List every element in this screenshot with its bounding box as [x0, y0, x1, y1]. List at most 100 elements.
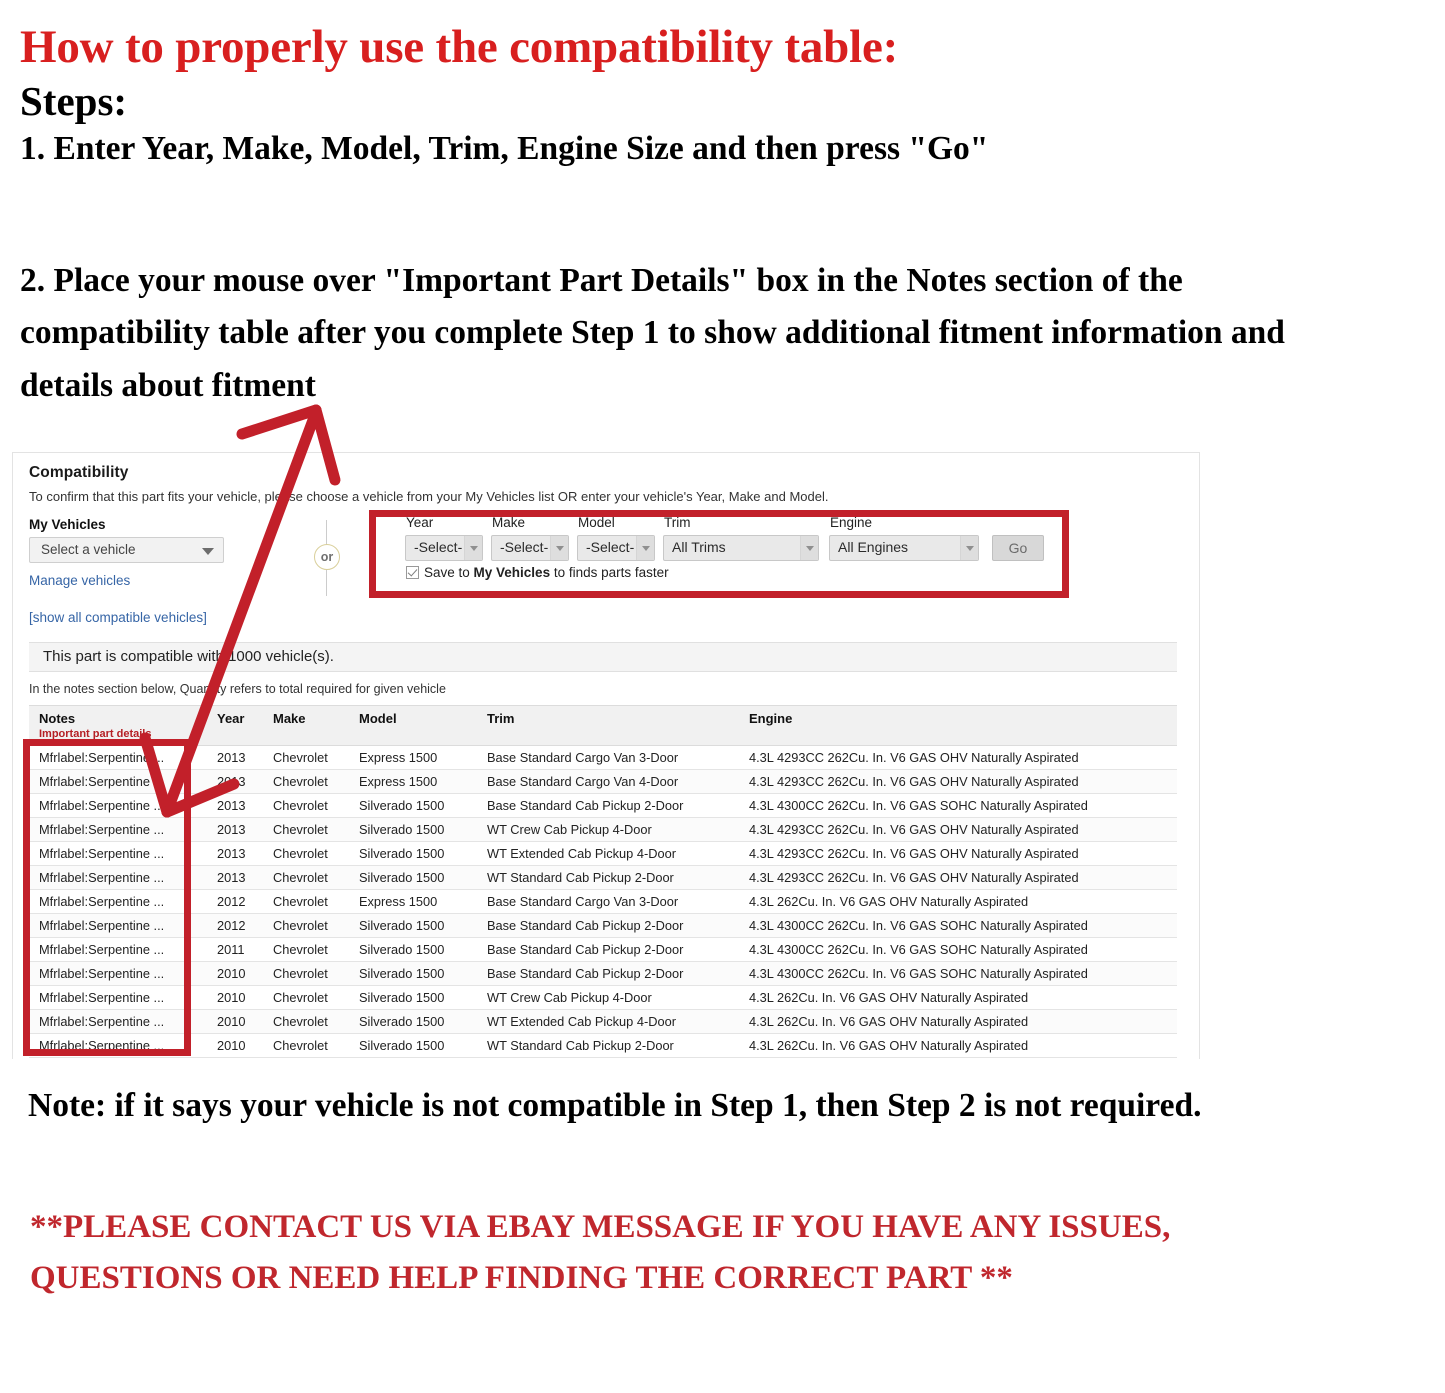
cell-year: 2010 — [207, 985, 263, 1010]
steps-label: Steps: — [20, 77, 128, 124]
make-label: Make — [492, 515, 526, 530]
cell-make: Chevrolet — [263, 865, 349, 890]
cell-trim: Base Standard Cab Pickup 2-Door — [477, 937, 739, 962]
save-text-tail: to finds parts faster — [550, 565, 669, 580]
cell-make: Chevrolet — [263, 889, 349, 914]
year-label: Year — [406, 515, 434, 530]
column-header-make[interactable]: Make — [263, 705, 349, 746]
cell-trim: WT Standard Cab Pickup 2-Door — [477, 1033, 739, 1058]
model-label: Model — [578, 515, 615, 530]
cell-notes[interactable]: Mfrlabel:Serpentine ... — [29, 985, 207, 1010]
column-header-model[interactable]: Model — [349, 705, 477, 746]
engine-label: Engine — [830, 515, 873, 530]
cell-engine: 4.3L 4293CC 262Cu. In. V6 GAS OHV Natura… — [739, 865, 1177, 890]
compatibility-heading: Compatibility — [29, 464, 129, 481]
save-text-lead: Save to — [424, 565, 474, 580]
cell-model: Silverado 1500 — [349, 961, 477, 986]
cell-engine: 4.3L 262Cu. In. V6 GAS OHV Naturally Asp… — [739, 1009, 1177, 1034]
cell-model: Silverado 1500 — [349, 1033, 477, 1058]
table-row: Mfrlabel:Serpentine ... 2010 Chevrolet Silv… — [29, 961, 1177, 986]
cell-notes[interactable]: Mfrlabel:Serpentine ... — [29, 817, 207, 842]
trim-select[interactable]: All Trims — [663, 535, 819, 561]
cell-notes[interactable]: Mfrlabel:Serpentine ... — [29, 913, 207, 938]
table-row: Mfrlabel:Serpentine ... 2011 Chevrolet Silv… — [29, 937, 1177, 962]
cell-engine: 4.3L 4300CC 262Cu. In. V6 GAS SOHC Natur… — [739, 961, 1177, 986]
compatible-count-banner: This part is compatible with 1000 vehicl… — [29, 642, 1177, 672]
cell-engine: 4.3L 4293CC 262Cu. In. V6 GAS OHV Natura… — [739, 769, 1177, 794]
cell-year: 2013 — [207, 841, 263, 866]
cell-trim: Base Standard Cargo Van 3-Door — [477, 889, 739, 914]
cell-notes[interactable]: Mfrlabel:Serpentine ... — [29, 889, 207, 914]
cell-model: Silverado 1500 — [349, 1009, 477, 1034]
cell-notes[interactable]: Mfrlabel:Serpentine ... — [29, 937, 207, 962]
cell-year: 2010 — [207, 961, 263, 986]
cell-model: Silverado 1500 — [349, 841, 477, 866]
go-button[interactable]: Go — [992, 535, 1044, 561]
or-badge: or — [314, 544, 340, 570]
table-row: Mfrlabel:Serpentine ... 2010 Chevrolet Silv… — [29, 985, 1177, 1010]
cell-engine: 4.3L 4300CC 262Cu. In. V6 GAS SOHC Natur… — [739, 937, 1177, 962]
cell-trim: Base Standard Cab Pickup 2-Door — [477, 961, 739, 986]
cell-engine: 4.3L 4293CC 262Cu. In. V6 GAS OHV Natura… — [739, 817, 1177, 842]
cell-notes[interactable]: Mfrlabel:Serpentine ... — [29, 961, 207, 986]
cell-year: 2013 — [207, 793, 263, 818]
cell-notes[interactable]: Mfrlabel:Serpentine ... — [29, 793, 207, 818]
cell-trim: Base Standard Cargo Van 4-Door — [477, 769, 739, 794]
cell-year: 2010 — [207, 1033, 263, 1058]
table-row: Mfrlabel:Serpentine ... 2010 Chevrolet Silv… — [29, 1033, 1177, 1058]
year-select-value: -Select- — [414, 539, 463, 555]
model-select-value: -Select- — [586, 539, 635, 555]
cell-notes[interactable]: Mfrlabel:Serpentine ... — [29, 745, 207, 770]
cell-notes[interactable]: Mfrlabel:Serpentine ... — [29, 769, 207, 794]
cell-make: Chevrolet — [263, 745, 349, 770]
column-header-trim[interactable]: Trim — [477, 705, 739, 746]
cell-year: 2011 — [207, 937, 263, 962]
cell-notes[interactable]: Mfrlabel:Serpentine ... — [29, 865, 207, 890]
cell-model: Express 1500 — [349, 745, 477, 770]
table-row: Mfrlabel:Serpentine ... 2013 Chevrolet Silv… — [29, 865, 1177, 890]
engine-select[interactable]: All Engines — [829, 535, 979, 561]
cell-make: Chevrolet — [263, 913, 349, 938]
compatibility-table: Notes Important part details Year Make M… — [29, 705, 1177, 1058]
my-vehicles-select[interactable]: Select a vehicle — [29, 537, 224, 563]
cell-make: Chevrolet — [263, 817, 349, 842]
column-header-notes[interactable]: Notes Important part details — [29, 705, 207, 746]
footer-contact: **PLEASE CONTACT US VIA EBAY MESSAGE IF … — [30, 1209, 1171, 1297]
cell-model: Express 1500 — [349, 769, 477, 794]
model-select[interactable]: -Select- — [577, 535, 655, 561]
cell-trim: WT Extended Cab Pickup 4-Door — [477, 841, 739, 866]
show-all-compatible-vehicles-link[interactable]: [show all compatible vehicles] — [29, 610, 207, 625]
save-text-strong: My Vehicles — [473, 565, 551, 580]
cell-trim: WT Crew Cab Pickup 4-Door — [477, 817, 739, 842]
or-separator: or — [308, 520, 346, 596]
chevron-down-icon — [550, 536, 568, 560]
cell-notes[interactable]: Mfrlabel:Serpentine ... — [29, 1033, 207, 1058]
cell-engine: 4.3L 262Cu. In. V6 GAS OHV Naturally Asp… — [739, 1033, 1177, 1058]
engine-select-value: All Engines — [838, 539, 909, 555]
my-vehicles-select-value: Select a vehicle — [41, 542, 136, 557]
important-part-details-label: Important part details — [39, 728, 152, 740]
cell-year: 2012 — [207, 889, 263, 914]
make-select[interactable]: -Select- — [491, 535, 569, 561]
column-header-engine[interactable]: Engine — [739, 705, 1177, 746]
cell-year: 2010 — [207, 1009, 263, 1034]
cell-make: Chevrolet — [263, 793, 349, 818]
chevron-down-icon — [636, 536, 654, 560]
cell-trim: Base Standard Cab Pickup 2-Door — [477, 793, 739, 818]
save-to-my-vehicles-row[interactable]: Save to My Vehicles to finds parts faste… — [406, 565, 669, 580]
step-2-text: 2. Place your mouse over "Important Part… — [20, 262, 1285, 404]
chevron-down-icon — [202, 548, 214, 555]
cell-model: Silverado 1500 — [349, 913, 477, 938]
save-to-my-vehicles-checkbox[interactable] — [406, 566, 419, 579]
my-vehicles-label: My Vehicles — [29, 517, 106, 532]
year-select[interactable]: -Select- — [405, 535, 483, 561]
cell-model: Silverado 1500 — [349, 985, 477, 1010]
column-header-year[interactable]: Year — [207, 705, 263, 746]
make-select-value: -Select- — [500, 539, 549, 555]
manage-vehicles-link[interactable]: Manage vehicles — [29, 573, 130, 588]
cell-year: 2013 — [207, 865, 263, 890]
cell-notes[interactable]: Mfrlabel:Serpentine ... — [29, 1009, 207, 1034]
table-row: Mfrlabel:Serpentine ... 2013 Chevrolet Expr… — [29, 745, 1177, 770]
cell-notes[interactable]: Mfrlabel:Serpentine ... — [29, 841, 207, 866]
table-row: Mfrlabel:Serpentine ... 2013 Chevrolet Expr… — [29, 769, 1177, 794]
